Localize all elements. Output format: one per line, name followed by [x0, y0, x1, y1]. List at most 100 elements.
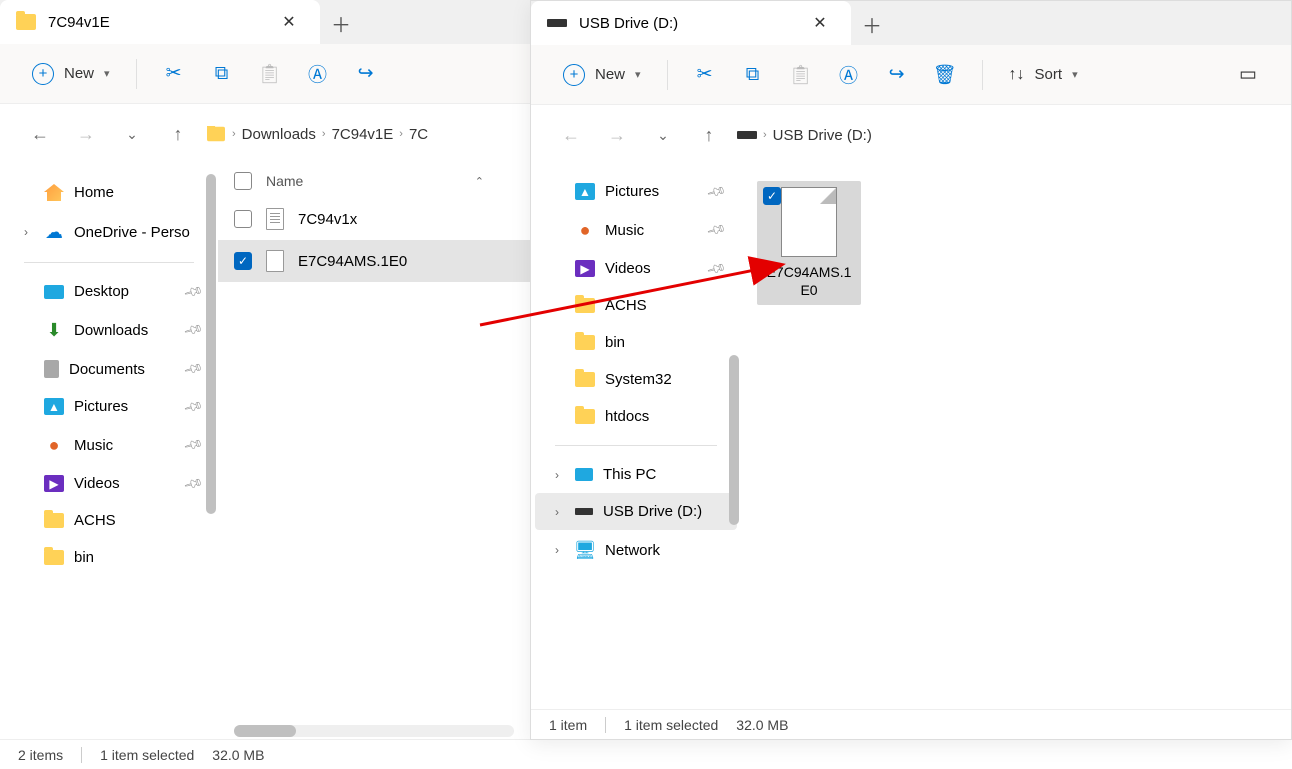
folder-icon: [575, 298, 595, 313]
item-checkbox[interactable]: ✓: [763, 187, 781, 205]
chevron-down-icon: ▾: [635, 68, 641, 81]
close-icon[interactable]: ✕: [805, 8, 835, 38]
sidebar-item-folder[interactable]: System32: [535, 361, 737, 398]
history-dropdown[interactable]: ⌄: [114, 116, 150, 152]
grid-item[interactable]: ✓ E7C94AMS.1E0: [757, 181, 861, 305]
copy-icon[interactable]: ⧉: [732, 55, 774, 95]
sidebar-tree-item[interactable]: ›🖥︎Network: [535, 530, 737, 570]
file-name: E7C94AMS.1E0: [298, 253, 407, 270]
column-header[interactable]: Name ⌃: [218, 164, 530, 198]
breadcrumb[interactable]: › USB Drive (D:): [737, 127, 1269, 144]
videos-icon: ▶: [44, 475, 64, 492]
folder-icon: [575, 372, 595, 387]
sidebar-item-downloads[interactable]: ⬇Downloads📌︎: [4, 310, 214, 350]
pin-icon[interactable]: 📌︎: [183, 319, 205, 341]
sidebar-item-home[interactable]: Home: [4, 172, 214, 212]
chevron-right-icon[interactable]: ›: [18, 225, 34, 239]
row-checkbox[interactable]: ✓: [234, 252, 252, 270]
cut-icon[interactable]: ✂: [153, 54, 195, 94]
paste-icon[interactable]: 📋︎: [249, 54, 291, 94]
new-tab-button[interactable]: ＋: [851, 3, 893, 45]
share-icon[interactable]: ↪: [345, 54, 387, 94]
pin-icon[interactable]: 📌︎: [706, 257, 728, 279]
share-icon[interactable]: ↪: [876, 55, 918, 95]
sidebar-item-folder[interactable]: bin: [535, 324, 737, 361]
new-tab-button[interactable]: ＋: [320, 2, 362, 44]
new-button[interactable]: + New ▾: [22, 57, 120, 91]
videos-icon: ▶: [575, 260, 595, 277]
explorer-window-right: USB Drive (D:) ✕ ＋ + New ▾ ✂ ⧉ 📋︎ Ⓐ ↪ 🗑︎…: [530, 0, 1292, 740]
new-button[interactable]: + New ▾: [553, 58, 651, 92]
sidebar-item-desktop[interactable]: Desktop📌︎: [4, 273, 214, 310]
sidebar-item-pictures[interactable]: ▲Pictures📌︎: [4, 388, 214, 425]
sort-asc-icon[interactable]: ⌃: [475, 175, 514, 188]
sidebar-item-documents[interactable]: Documents📌︎: [4, 350, 214, 388]
crumb[interactable]: 7C94v1E: [332, 126, 394, 143]
scrollbar[interactable]: [729, 355, 739, 525]
back-button[interactable]: ←: [553, 117, 589, 153]
view-icon[interactable]: ▭: [1227, 55, 1269, 95]
row-checkbox[interactable]: [234, 210, 252, 228]
crumb[interactable]: USB Drive (D:): [773, 127, 872, 144]
sidebar-item-music[interactable]: ●Music📌︎: [4, 425, 214, 465]
usb-icon: [575, 508, 593, 515]
sort-button[interactable]: ↑↓ Sort ▾: [999, 60, 1088, 90]
toolbar: + New ▾ ✂ ⧉ 📋︎ Ⓐ ↪: [0, 44, 530, 104]
breadcrumb[interactable]: › Downloads › 7C94v1E › 7C: [206, 126, 508, 143]
chevron-down-icon: ▾: [1072, 68, 1078, 81]
scrollbar-horizontal[interactable]: [234, 725, 514, 737]
pin-icon[interactable]: 📌︎: [706, 219, 728, 241]
sidebar-item-folder[interactable]: ACHS: [4, 502, 214, 539]
rename-icon[interactable]: Ⓐ: [297, 54, 339, 94]
history-dropdown[interactable]: ⌄: [645, 117, 681, 153]
chevron-right-icon[interactable]: ›: [549, 468, 565, 482]
chevron-right-icon[interactable]: ›: [549, 543, 565, 557]
sidebar-tree-item[interactable]: ›USB Drive (D:): [535, 493, 737, 530]
paste-icon[interactable]: 📋︎: [780, 55, 822, 95]
up-button[interactable]: ↑: [160, 116, 196, 152]
sidebar-tree-item[interactable]: ›This PC: [535, 456, 737, 493]
usb-icon: [547, 19, 567, 27]
tab-title: 7C94v1E: [48, 14, 262, 31]
pin-icon[interactable]: 📌︎: [183, 434, 205, 456]
tab-bar: USB Drive (D:) ✕ ＋: [531, 1, 1291, 45]
tab-title: USB Drive (D:): [579, 15, 793, 32]
scrollbar[interactable]: [206, 174, 216, 514]
sidebar-item-folder[interactable]: htdocs: [535, 398, 737, 435]
forward-button[interactable]: →: [599, 117, 635, 153]
pin-icon[interactable]: 📌︎: [183, 280, 205, 302]
pin-icon[interactable]: 📌︎: [183, 472, 205, 494]
crumb[interactable]: 7C: [409, 126, 428, 143]
sidebar: ▲Pictures📌︎●Music📌︎▶Videos📌︎ ACHSbinSyst…: [531, 165, 741, 709]
folder-icon: [575, 409, 595, 424]
file-grid: ✓ E7C94AMS.1E0: [741, 165, 1291, 709]
delete-icon[interactable]: 🗑︎: [924, 55, 966, 95]
sidebar-item-videos[interactable]: ▶Videos📌︎: [4, 465, 214, 502]
file-row[interactable]: 7C94v1x: [218, 198, 530, 240]
sidebar-item[interactable]: ●Music📌︎: [535, 210, 737, 250]
status-bar: 2 items 1 item selected 32.0 MB: [0, 739, 530, 769]
rename-icon[interactable]: Ⓐ: [828, 55, 870, 95]
copy-icon[interactable]: ⧉: [201, 54, 243, 94]
pin-icon[interactable]: 📌︎: [183, 395, 205, 417]
file-row[interactable]: ✓ E7C94AMS.1E0: [218, 240, 530, 282]
sidebar-item-folder[interactable]: ACHS: [535, 287, 737, 324]
forward-button[interactable]: →: [68, 116, 104, 152]
select-all-checkbox[interactable]: [234, 172, 252, 190]
cut-icon[interactable]: ✂: [684, 55, 726, 95]
tab-bar: 7C94v1E ✕ ＋: [0, 0, 530, 44]
file-name: E7C94AMS.1E0: [763, 263, 855, 299]
tab-active[interactable]: USB Drive (D:) ✕: [531, 1, 851, 45]
tab-active[interactable]: 7C94v1E ✕: [0, 0, 320, 44]
up-button[interactable]: ↑: [691, 117, 727, 153]
back-button[interactable]: ←: [22, 116, 58, 152]
sidebar-item-onedrive[interactable]: › ☁ OneDrive - Perso: [4, 212, 214, 252]
pin-icon[interactable]: 📌︎: [183, 358, 205, 380]
sidebar-item[interactable]: ▶Videos📌︎: [535, 250, 737, 287]
sidebar-item[interactable]: ▲Pictures📌︎: [535, 173, 737, 210]
close-icon[interactable]: ✕: [274, 7, 304, 37]
crumb[interactable]: Downloads: [242, 126, 316, 143]
sidebar-item-folder[interactable]: bin: [4, 539, 214, 576]
pin-icon[interactable]: 📌︎: [706, 180, 728, 202]
chevron-right-icon[interactable]: ›: [549, 505, 565, 519]
